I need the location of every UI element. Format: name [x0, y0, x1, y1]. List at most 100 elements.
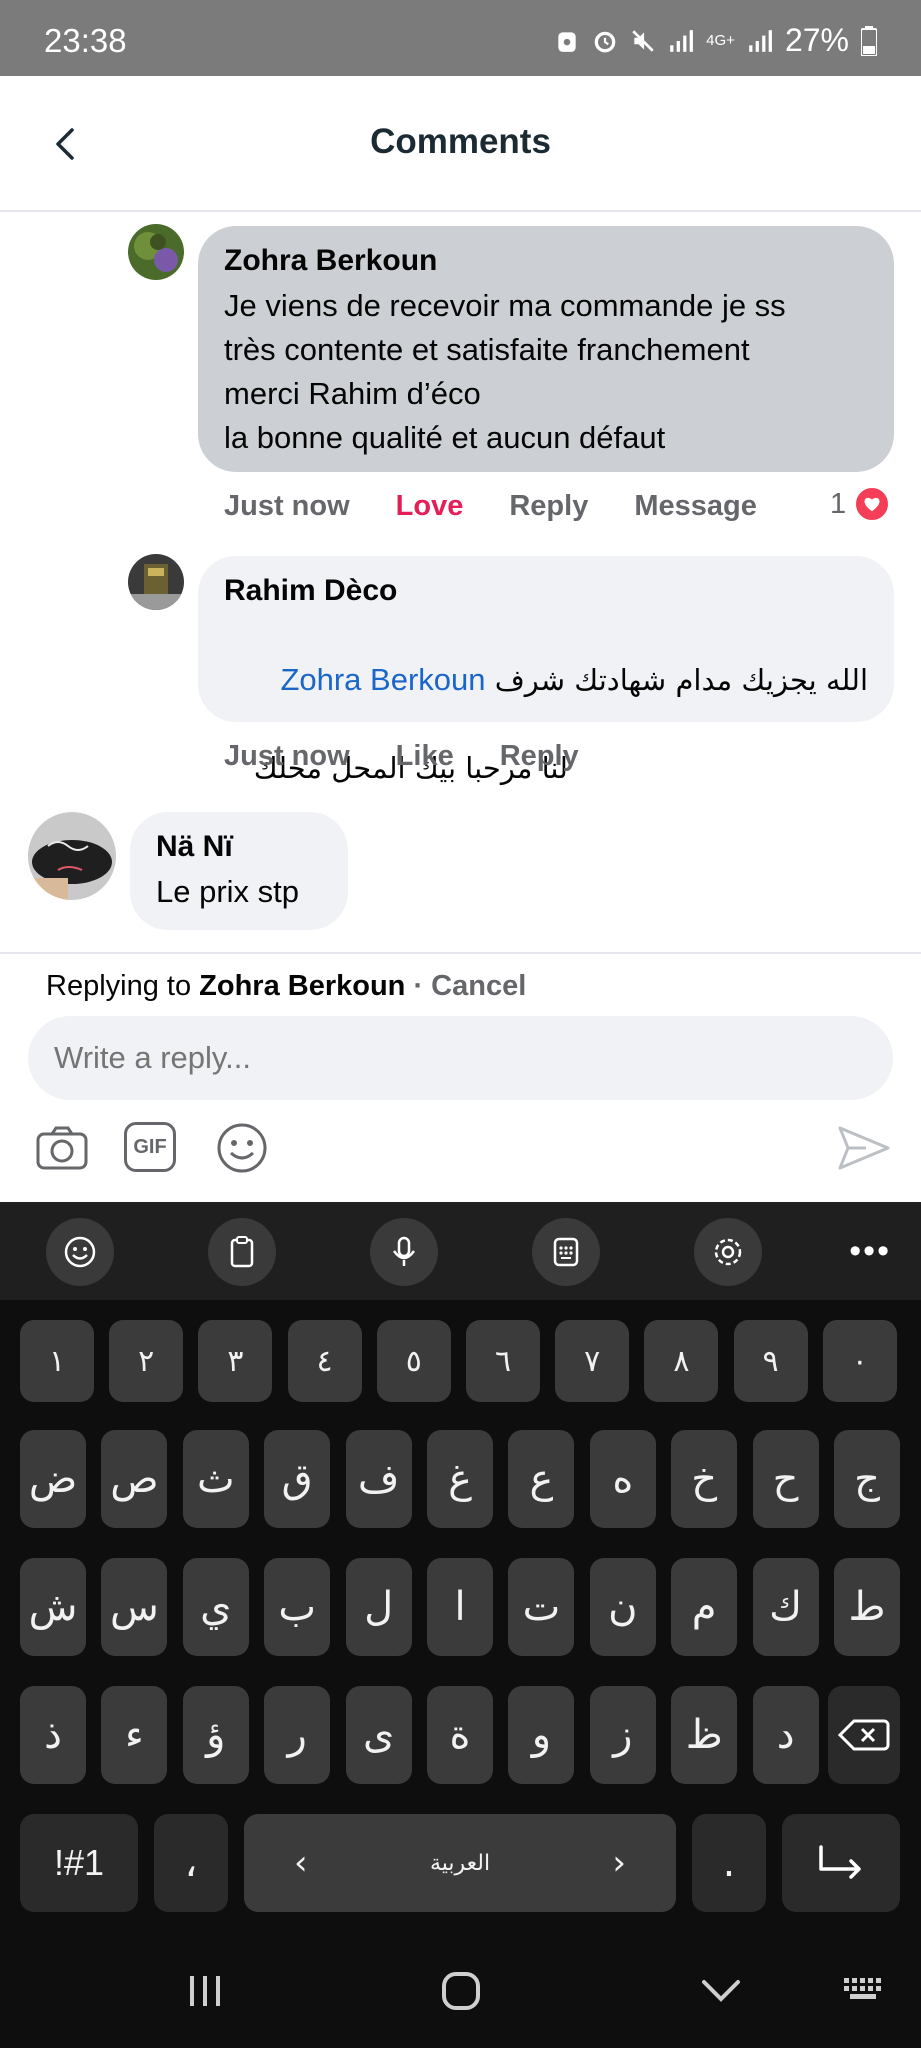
kb-settings-button[interactable] [694, 1218, 762, 1286]
kb-clipboard-button[interactable] [208, 1218, 276, 1286]
avatar-nani[interactable] [28, 812, 116, 900]
status-time: 23:38 [44, 22, 127, 59]
message-button[interactable]: Message [634, 490, 757, 523]
key-numbers-4[interactable]: ٥ [376, 1320, 451, 1402]
comment-author[interactable]: Nä Nï [156, 830, 322, 864]
avatar-zohra[interactable] [128, 224, 184, 280]
comment-bubble-rahim[interactable]: Rahim Dèco Zohra Berkoun الله يجزيك مدام… [198, 556, 894, 785]
key-row3-8[interactable]: ظ [671, 1686, 738, 1784]
key-numbers-9[interactable]: ٠ [822, 1320, 897, 1402]
key-row2-4[interactable]: ل [345, 1558, 412, 1656]
key-row1-8[interactable]: خ [671, 1430, 738, 1528]
key-row3-4[interactable]: ى [345, 1686, 412, 1784]
key-numbers-8[interactable]: ٩ [733, 1320, 808, 1402]
reaction-count-number: 1 [830, 487, 847, 520]
key-row2-3[interactable]: ب [264, 1558, 331, 1656]
clipboard-icon [230, 1236, 254, 1268]
comment-author[interactable]: Zohra Berkoun [224, 244, 868, 278]
keyboard-hide-icon[interactable] [840, 1966, 890, 2016]
key-row1-5[interactable]: غ [427, 1430, 493, 1528]
enter-key[interactable] [782, 1814, 900, 1912]
chevron-left-icon[interactable]: ‹ [294, 1843, 308, 1883]
key-row3-0[interactable]: ذ [20, 1686, 86, 1784]
key-row2-6[interactable]: ت [508, 1558, 575, 1656]
recent-apps-icon[interactable] [180, 1966, 230, 2016]
comment-text-arabic-1: الله يجزيك مدام شهادتك شرف [494, 663, 868, 697]
more-options-icon[interactable]: ••• [849, 1232, 891, 1271]
key-row3-6[interactable]: و [508, 1686, 575, 1784]
reply-button[interactable]: Reply [509, 490, 588, 523]
key-numbers-7[interactable]: ٨ [644, 1320, 719, 1402]
comment-author[interactable]: Rahim Dèco [224, 574, 868, 608]
key-numbers-0[interactable]: ١ [20, 1320, 94, 1402]
key-row3-7[interactable]: ز [589, 1686, 656, 1784]
comment-bubble-nani[interactable]: Nä Nï Le prix stp [130, 812, 348, 930]
key-row2-10[interactable]: ط [834, 1558, 900, 1656]
comment-bubble-zohra[interactable]: Zohra Berkoun Je viens de recevoir ma co… [198, 226, 894, 472]
key-row1-4[interactable]: ف [345, 1430, 412, 1528]
key-row1-1[interactable]: ص [101, 1430, 168, 1528]
key-row1-2[interactable]: ث [182, 1430, 249, 1528]
heart-icon [854, 486, 891, 522]
backspace-key[interactable] [828, 1686, 900, 1784]
symbols-key[interactable]: !#1 [20, 1814, 138, 1912]
key-label: م [691, 1584, 717, 1630]
key-row3-1[interactable]: ء [101, 1686, 168, 1784]
key-label: ط [848, 1584, 886, 1630]
key-row1-6[interactable]: ع [508, 1430, 575, 1528]
emoji-icon[interactable] [214, 1120, 270, 1176]
home-icon[interactable] [436, 1966, 486, 2016]
key-numbers-3[interactable]: ٤ [287, 1320, 362, 1402]
key-row1-0[interactable]: ض [20, 1430, 86, 1528]
key-numbers-6[interactable]: ٧ [555, 1320, 630, 1402]
key-label: ٤ [316, 1343, 333, 1379]
key-label: ل [364, 1584, 394, 1630]
key-row3-5[interactable]: ة [427, 1686, 493, 1784]
camera-icon[interactable] [34, 1120, 90, 1176]
key-label: ق [281, 1456, 313, 1502]
key-row1-7[interactable]: ه [589, 1430, 656, 1528]
comma-key[interactable]: ، [154, 1814, 228, 1912]
chevron-right-icon[interactable]: › [612, 1843, 626, 1883]
key-row2-0[interactable]: ش [20, 1558, 86, 1656]
kb-voice-button[interactable] [370, 1218, 438, 1286]
like-button[interactable]: Like [396, 740, 454, 773]
key-label: ٣ [227, 1343, 244, 1379]
mention-link[interactable]: Zohra Berkoun [280, 662, 485, 697]
key-row3-3[interactable]: ر [264, 1686, 331, 1784]
key-row2-2[interactable]: ي [182, 1558, 249, 1656]
key-label: س [109, 1584, 159, 1630]
love-button[interactable]: Love [396, 490, 464, 523]
gif-button[interactable]: GIF [124, 1122, 176, 1172]
key-row3-9[interactable]: د [752, 1686, 819, 1784]
enter-arrow-icon [819, 1845, 861, 1879]
key-row2-8[interactable]: م [671, 1558, 738, 1656]
key-row1-10[interactable]: ج [834, 1430, 900, 1528]
key-row2-1[interactable]: س [101, 1558, 168, 1656]
kb-layout-button[interactable] [532, 1218, 600, 1286]
key-row3-2[interactable]: ؤ [182, 1686, 249, 1784]
kb-emoji-button[interactable] [46, 1218, 114, 1286]
key-numbers-5[interactable]: ٦ [466, 1320, 540, 1402]
send-icon[interactable] [836, 1120, 892, 1176]
reaction-count[interactable]: 1 [830, 486, 891, 522]
avatar-rahim[interactable] [128, 554, 184, 610]
space-key[interactable]: ‹ العربية › [244, 1814, 676, 1912]
reply-button[interactable]: Reply [500, 740, 579, 773]
period-key[interactable]: . [692, 1814, 766, 1912]
key-label: ٢ [138, 1343, 155, 1379]
key-label: خ [691, 1456, 718, 1502]
key-row1-9[interactable]: ح [752, 1430, 819, 1528]
key-numbers-2[interactable]: ٣ [198, 1320, 273, 1402]
key-label: ن [608, 1584, 638, 1630]
key-label: ٥ [405, 1343, 422, 1379]
cancel-reply-button[interactable]: · Cancel [413, 970, 526, 1002]
back-nav-icon[interactable] [696, 1966, 746, 2016]
key-row2-7[interactable]: ن [589, 1558, 656, 1656]
key-row2-5[interactable]: ا [427, 1558, 493, 1656]
key-numbers-1[interactable]: ٢ [109, 1320, 184, 1402]
status-bar: 23:38 4G+ 27% [0, 0, 921, 76]
key-row1-3[interactable]: ق [264, 1430, 331, 1528]
key-row2-9[interactable]: ك [752, 1558, 819, 1656]
reply-input[interactable] [28, 1016, 893, 1100]
